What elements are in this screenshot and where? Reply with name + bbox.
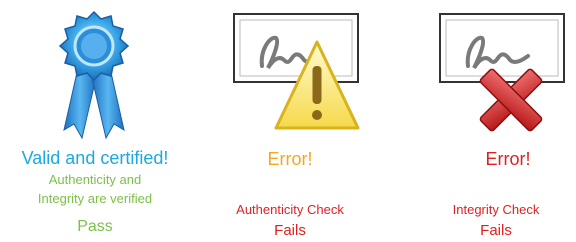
authenticity-check-label: Authenticity Check bbox=[236, 202, 344, 217]
valid-line-1: Authenticity and bbox=[48, 172, 142, 187]
red-x-icon bbox=[479, 68, 543, 132]
valid-line-2: Integrity are verified bbox=[37, 191, 153, 206]
valid-result: Pass bbox=[77, 218, 113, 235]
integrity-check-label: Integrity Check bbox=[452, 202, 540, 217]
integrity-error-headline: Error! bbox=[485, 149, 531, 169]
authenticity-error-panel: Error! Authenticity Check Fails bbox=[200, 0, 380, 242]
valid-panel: Valid and certified! Authenticity and In… bbox=[0, 0, 190, 242]
authenticity-result: Fails bbox=[274, 222, 306, 239]
integrity-result: Fails bbox=[480, 222, 512, 239]
warning-triangle-icon bbox=[274, 40, 360, 130]
award-ribbon-icon bbox=[58, 10, 130, 140]
authenticity-error-headline: Error! bbox=[267, 149, 313, 169]
integrity-error-panel: Error! Integrity Check Fails bbox=[396, 0, 576, 242]
valid-headline: Valid and certified! bbox=[21, 148, 169, 168]
